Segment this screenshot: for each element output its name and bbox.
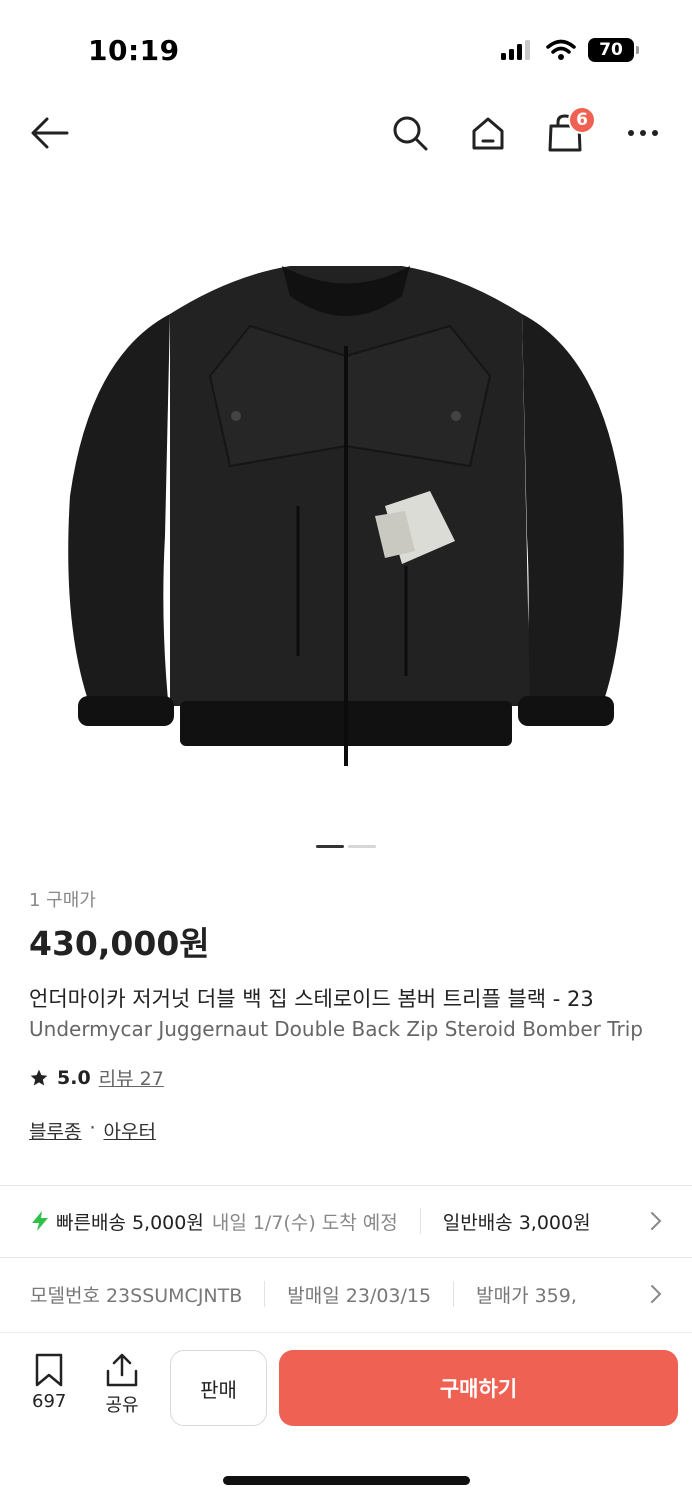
pagination-dot-active [316, 845, 344, 848]
share-button[interactable]: 공유 [105, 1353, 139, 1417]
product-title-english: Undermycar Juggernaut Double Back Zip St… [29, 1017, 643, 1041]
more-icon [628, 130, 658, 136]
share-icon [106, 1353, 138, 1387]
model-number: 모델번호 23SSUMCJNTB [30, 1284, 243, 1307]
meta-chevron[interactable] [646, 1284, 666, 1304]
release-date: 발매일 23/03/15 [287, 1284, 432, 1307]
review-link[interactable]: 리뷰 27 [99, 1064, 164, 1091]
search-icon [393, 116, 428, 151]
chevron-right-icon [651, 1285, 662, 1303]
separator [453, 1281, 455, 1307]
bookmark-icon [35, 1353, 63, 1387]
fast-shipping-label: 빠른배송 5,000원 [56, 1211, 204, 1234]
product-meta[interactable]: 모델번호 23SSUMCJNTB 발매일 23/03/15 발매가 359, [0, 1258, 692, 1330]
search-button[interactable] [389, 112, 431, 154]
home-button[interactable] [467, 112, 509, 154]
cart-count-badge: 6 [568, 106, 596, 134]
separator [419, 1208, 421, 1234]
status-bar: 10:19 70 [0, 0, 692, 100]
jacket-image [68, 266, 624, 766]
product-price: 430,000원 [29, 924, 210, 963]
battery-indicator: 70 [588, 38, 639, 62]
rating-score: 5.0 [57, 1066, 91, 1089]
image-pagination [316, 845, 376, 848]
cart-button[interactable]: 6 [544, 106, 596, 154]
status-icons: 70 [500, 38, 639, 62]
back-button[interactable] [28, 112, 70, 154]
more-button[interactable] [622, 112, 664, 154]
meta-fade [592, 1264, 652, 1324]
share-label: 공유 [105, 1395, 139, 1416]
normal-shipping-label: 일반배송 3,000원 [442, 1211, 591, 1234]
lightning-icon [32, 1211, 48, 1231]
star-icon [30, 1069, 48, 1085]
battery-level: 70 [599, 40, 623, 60]
shipping-fade [592, 1191, 652, 1251]
shipping-chevron[interactable] [646, 1211, 666, 1231]
buy-button[interactable]: 구매하기 [279, 1350, 678, 1426]
wishlist-count: 697 [32, 1391, 67, 1412]
rating-row: 5.0 리뷰 27 [29, 1064, 689, 1091]
signal-icon [501, 40, 530, 60]
category-breadcrumb: 블루종 · 아우터 [29, 1117, 689, 1144]
top-navigation: 6 [0, 100, 692, 166]
release-price: 발매가 359, [476, 1284, 577, 1307]
shipping-options[interactable]: 빠른배송 5,000원 내일 1/7(수) 도착 예정 일반배송 3,000원 [0, 1186, 692, 1256]
category-separator: · [89, 1117, 96, 1139]
home-indicator [223, 1476, 470, 1485]
chevron-right-icon [651, 1212, 662, 1230]
bottom-action-bar: 697 공유 판매 구매하기 [0, 1332, 692, 1442]
status-time: 10:19 [88, 34, 180, 67]
sell-button[interactable]: 판매 [170, 1350, 267, 1426]
pagination-dot [348, 845, 376, 848]
wishlist-button[interactable]: 697 [32, 1353, 66, 1412]
category-link-outer[interactable]: 아우터 [104, 1117, 156, 1144]
buyer-count: 1 구매가 [29, 890, 96, 911]
wifi-icon [546, 39, 576, 60]
fast-shipping-date: 내일 1/7(수) 도착 예정 [211, 1211, 398, 1234]
product-image[interactable] [50, 206, 642, 786]
product-title-korean: 언더마이카 저거넛 더블 백 집 스테로이드 봄버 트리플 블랙 - 23 [29, 987, 594, 1011]
category-link-blouson[interactable]: 블루종 [29, 1117, 81, 1144]
separator [264, 1281, 266, 1307]
home-icon [472, 117, 504, 150]
back-arrow-icon [31, 117, 69, 149]
